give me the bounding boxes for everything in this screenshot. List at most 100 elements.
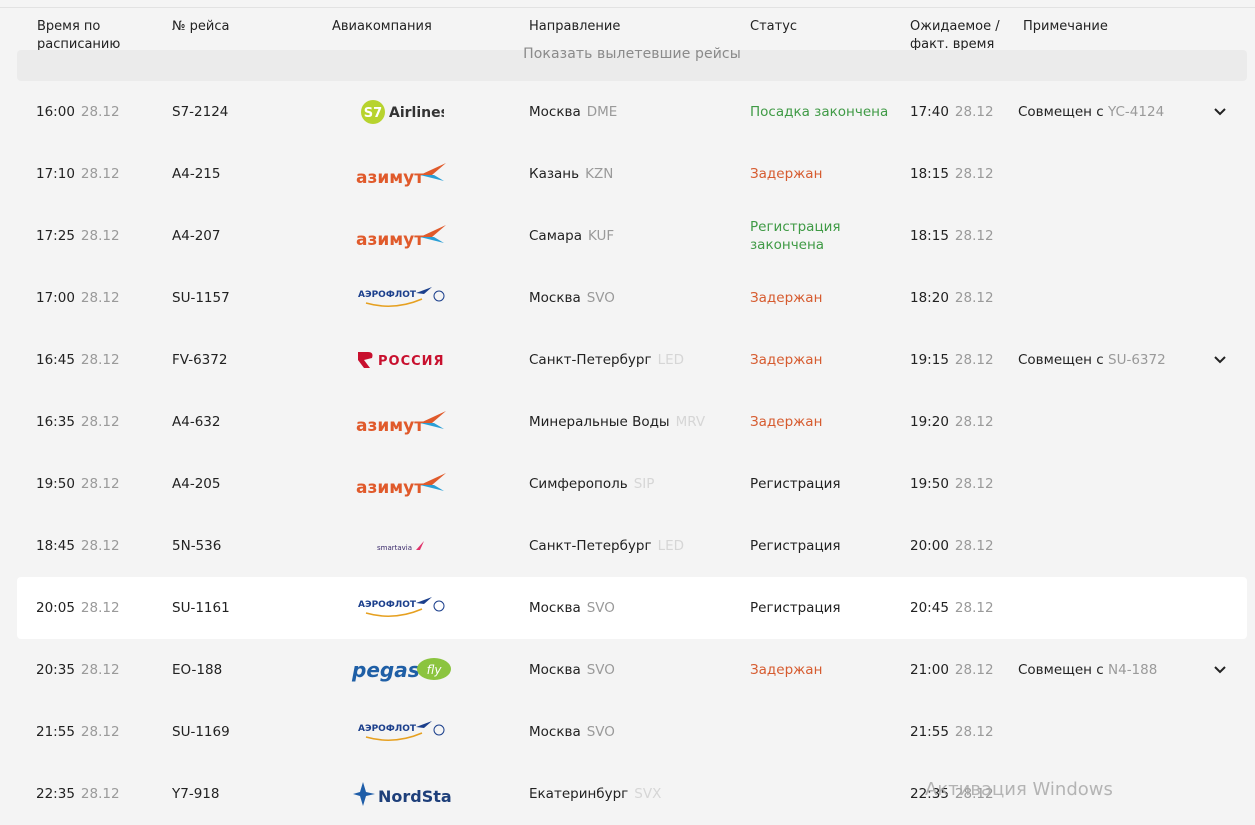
chevron-down-icon[interactable] (1210, 329, 1230, 391)
flight-number: S7-2124 (172, 104, 229, 120)
table-row[interactable]: 16:45 28.12 FV-6372 РОССИЯ Санкт-Петербург LE… (17, 329, 1247, 391)
codeshare-flight: N4-188 (1108, 662, 1158, 678)
airport-code: SVO (586, 662, 615, 678)
table-row[interactable]: 21:55 28.12 SU-1169 АЭРОФЛОТ Москва SVO 21:55 2… (17, 701, 1247, 763)
airline-logo-pegas: pegas fly (350, 655, 454, 685)
table-row[interactable]: 18:45 28.12 5N-536 smartavia Санкт-Петербург… (17, 515, 1247, 577)
destination-city: Самара (529, 228, 582, 244)
codeshare-label: Совмещен с (1018, 104, 1108, 120)
airline-logo-azimut: азимут (354, 221, 450, 251)
expected-time-cell: 21:55 28.12 (910, 701, 994, 763)
expected-time: 20:45 (910, 600, 949, 616)
flight-number: EO-188 (172, 662, 223, 678)
expected-time: 17:40 (910, 104, 949, 120)
flight-status: Задержан (750, 352, 823, 368)
expected-date: 28.12 (954, 414, 994, 430)
flight-status: Задержан (750, 414, 823, 430)
scheduled-date: 28.12 (80, 476, 120, 492)
svg-text:fly: fly (427, 663, 443, 677)
airport-code: SIP (633, 476, 655, 492)
expected-time: 19:15 (910, 352, 949, 368)
svg-text:S7: S7 (364, 106, 382, 121)
airline-cell: АЭРОФЛОТ (327, 267, 477, 329)
codeshare-note: Совмещен с N4-188 (1018, 639, 1157, 701)
expected-time: 19:20 (910, 414, 949, 430)
scheduled-time-cell: 16:00 28.12 (36, 81, 120, 143)
show-departed-button[interactable]: Показать вылетевшие рейсы (17, 46, 1247, 81)
airport-code: KUF (588, 228, 615, 244)
destination-city: Казань (529, 166, 580, 182)
svg-text:азимут: азимут (356, 416, 424, 436)
scheduled-time-cell: 17:25 28.12 (36, 205, 120, 267)
scheduled-time-cell: 17:00 28.12 (36, 267, 120, 329)
expected-date: 28.12 (954, 724, 994, 740)
chevron-down-icon[interactable] (1210, 639, 1230, 701)
header-destination[interactable]: Направление (529, 18, 620, 36)
flight-number: SU-1161 (172, 600, 230, 616)
flight-status: Посадка закончена (750, 104, 889, 120)
header-flight-number[interactable]: № рейса (172, 18, 229, 36)
scheduled-time-cell: 18:45 28.12 (36, 515, 120, 577)
expected-time-cell: 18:15 28.12 (910, 205, 994, 267)
flight-number: Y7-918 (172, 786, 220, 802)
destination-cell: Симферополь SIP (529, 453, 654, 515)
flight-number: A4-215 (172, 166, 221, 182)
expected-time-cell: 18:15 28.12 (910, 143, 994, 205)
expected-time: 18:15 (910, 166, 949, 182)
flight-status (750, 701, 900, 763)
scheduled-date: 28.12 (80, 786, 120, 802)
airline-logo-smartavia: smartavia (376, 538, 428, 554)
flight-number: SU-1157 (172, 290, 230, 306)
scheduled-date: 28.12 (80, 538, 120, 554)
destination-cell: Москва DME (529, 81, 617, 143)
table-row[interactable]: 16:35 28.12 A4-632 азимут Минеральные Воды MR… (17, 391, 1247, 453)
airline-cell: РОССИЯ (327, 329, 477, 391)
scheduled-time-cell: 22:35 28.12 (36, 763, 120, 825)
expected-time: 19:50 (910, 476, 949, 492)
destination-city: Санкт-Петербург (529, 352, 652, 368)
destination-cell: Екатеринбург SVX (529, 763, 661, 825)
scheduled-time-cell: 16:35 28.12 (36, 391, 120, 453)
table-row[interactable]: 16:00 28.12 S7-2124 S7 Airlines Москва DME Поса… (17, 81, 1247, 143)
expected-time: 18:20 (910, 290, 949, 306)
table-row[interactable]: 17:00 28.12 SU-1157 АЭРОФЛОТ Москва SVO Задерж… (17, 267, 1247, 329)
expected-date: 28.12 (954, 600, 994, 616)
table-row[interactable]: 17:10 28.12 A4-215 азимут Казань KZN Задержан 1… (17, 143, 1247, 205)
flight-number: A4-205 (172, 476, 221, 492)
chevron-down-icon[interactable] (1210, 81, 1230, 143)
svg-text:АЭРОФЛОТ: АЭРОФЛОТ (358, 724, 417, 734)
codeshare-flight: YC-4124 (1108, 104, 1165, 120)
destination-city: Москва (529, 290, 581, 306)
table-row[interactable]: 20:35 28.12 EO-188 pegas fly Москва SVO Задержа… (17, 639, 1247, 701)
header-airline[interactable]: Авиакомпания (332, 18, 432, 36)
airport-code: KZN (585, 166, 614, 182)
header-note: Примечание (1023, 19, 1108, 34)
codeshare-note: Совмещен с SU-6372 (1018, 329, 1166, 391)
svg-text:азимут: азимут (356, 478, 424, 498)
expected-time: 18:15 (910, 228, 949, 244)
destination-cell: Санкт-Петербург LED (529, 515, 684, 577)
flight-number: A4-207 (172, 228, 221, 244)
destination-cell: Москва SVO (529, 639, 615, 701)
destination-cell: Москва SVO (529, 701, 615, 763)
airline-cell: азимут (327, 143, 477, 205)
table-row[interactable]: 19:50 28.12 A4-205 азимут Симферополь SIP Реги… (17, 453, 1247, 515)
destination-cell: Санкт-Петербург LED (529, 329, 684, 391)
expected-time: 21:55 (910, 724, 949, 740)
expected-date: 28.12 (954, 476, 994, 492)
svg-text:NordStar: NordStar (378, 787, 453, 806)
expected-date: 28.12 (954, 538, 994, 554)
table-row[interactable]: 20:05 28.12 SU-1161 АЭРОФЛОТ Москва SVO Регист… (17, 577, 1247, 639)
scheduled-time: 16:45 (36, 352, 75, 368)
airport-code: LED (657, 352, 685, 368)
windows-activation-watermark: Активация Windows (925, 779, 1113, 800)
expected-time: 20:00 (910, 538, 949, 554)
scheduled-date: 28.12 (80, 414, 120, 430)
codeshare-label: Совмещен с (1018, 352, 1108, 368)
airline-cell: pegas fly (327, 639, 477, 701)
expected-time-cell: 20:45 28.12 (910, 577, 994, 639)
header-status[interactable]: Статус (750, 18, 797, 36)
scheduled-date: 28.12 (80, 166, 120, 182)
table-row[interactable]: 17:25 28.12 A4-207 азимут Самара KUF Регистрац… (17, 205, 1247, 267)
scheduled-time: 17:00 (36, 290, 75, 306)
